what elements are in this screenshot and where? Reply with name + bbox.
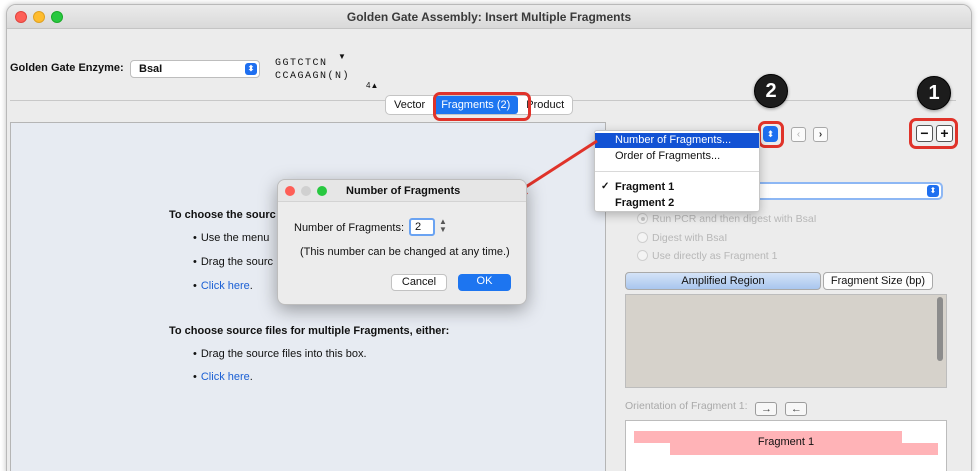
cancel-button[interactable]: Cancel [391, 274, 447, 291]
dialog-title: Number of Fragments [346, 185, 461, 197]
callout-arrow-line [520, 139, 598, 192]
fragment-count-input[interactable]: 2 [409, 218, 435, 236]
ok-button[interactable]: OK [458, 274, 511, 291]
dialog-title-bar: Number of Fragments [278, 180, 526, 202]
fragment-count-stepper[interactable]: ▲ ▼ [438, 218, 448, 236]
fragment-count-label: Number of Fragments: [294, 222, 405, 234]
number-of-fragments-dialog: Number of Fragments Number of Fragments:… [277, 179, 527, 305]
dialog-zoom-button[interactable] [317, 186, 327, 196]
dialog-note: (This number can be changed at any time.… [300, 246, 510, 258]
dialog-close-button[interactable] [285, 186, 295, 196]
dialog-minimize-button [301, 186, 311, 196]
